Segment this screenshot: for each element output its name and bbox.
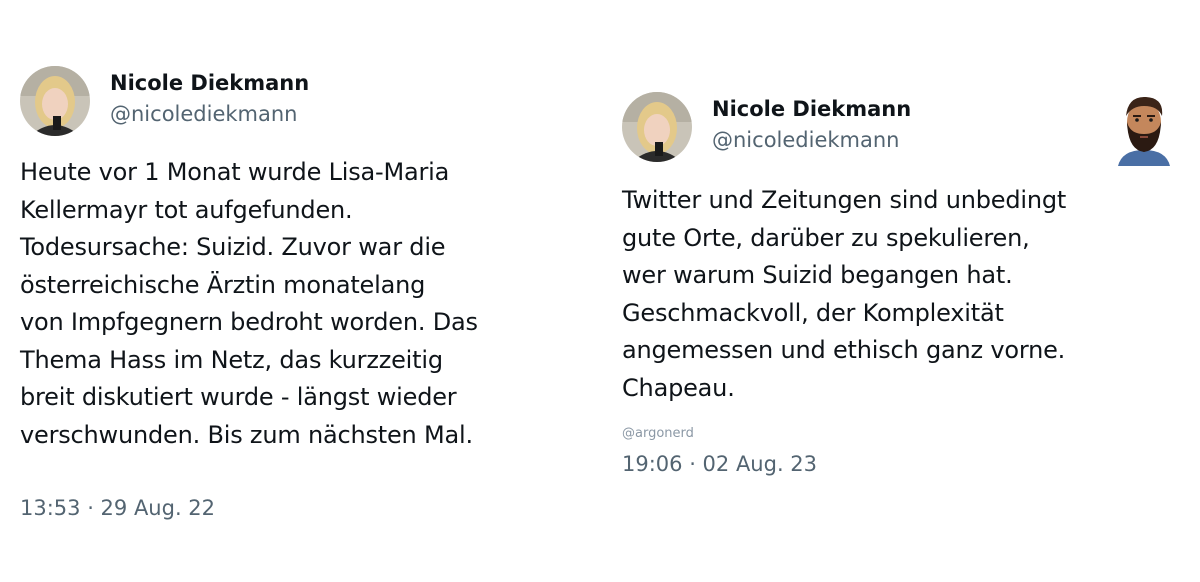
tweet-text: Heute vor 1 Monat wurde Lisa-Maria Kelle… <box>20 158 478 449</box>
profile-avatar[interactable] <box>20 66 90 136</box>
tweet-text: Twitter und Zeitungen sind unbedingt gut… <box>622 186 1067 402</box>
author-name[interactable]: Nicole Diekmann <box>712 97 911 121</box>
bearded-man-icon <box>1114 92 1174 166</box>
tweet-timestamp[interactable]: 13:53 · 29 Aug. 22 <box>20 496 215 520</box>
watermark-text: @argonerd <box>622 426 694 441</box>
profile-avatar[interactable] <box>622 92 692 162</box>
author-name[interactable]: Nicole Diekmann <box>110 71 309 95</box>
author-handle[interactable]: @nicolediekmann <box>712 128 899 152</box>
author-handle[interactable]: @nicolediekmann <box>110 102 297 126</box>
tweet-timestamp[interactable]: 19:06 · 02 Aug. 23 <box>622 452 817 476</box>
